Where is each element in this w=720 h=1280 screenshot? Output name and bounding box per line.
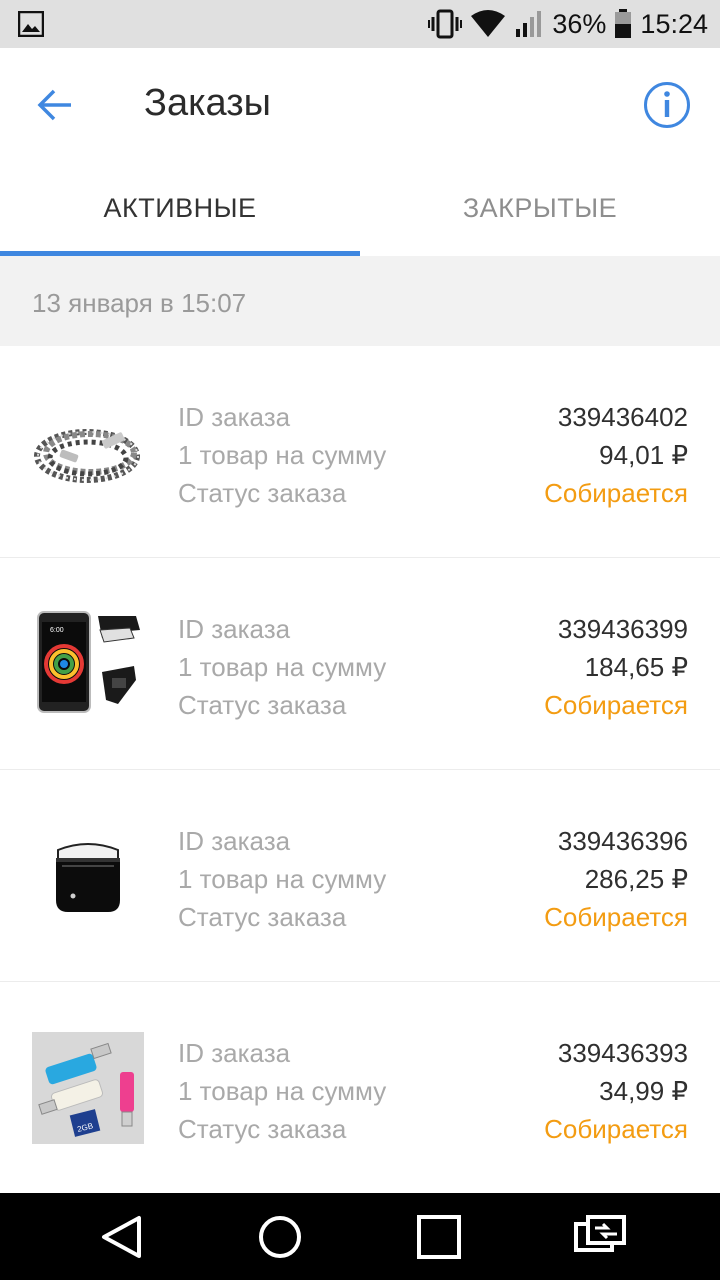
order-sum-value: 94,01 ₽	[599, 440, 688, 470]
order-sum-value: 286,25 ₽	[584, 864, 688, 894]
battery-icon	[615, 9, 632, 38]
order-id-label: ID заказа	[178, 402, 291, 432]
page-title: Заказы	[144, 82, 271, 124]
order-status-value: Собирается	[544, 690, 688, 720]
vibrate-icon	[428, 9, 463, 39]
order-status-value: Собирается	[544, 478, 688, 508]
recents-square-icon[interactable]	[416, 1214, 462, 1260]
tab-active[interactable]: АКТИВНЫЕ	[0, 160, 360, 256]
order-id-label: ID заказа	[178, 1038, 291, 1068]
order-sum-value: 34,99 ₽	[599, 1076, 688, 1106]
back-button[interactable]	[28, 78, 82, 132]
back-triangle-icon[interactable]	[99, 1214, 145, 1260]
order-status-label: Статус заказа	[178, 690, 347, 720]
svg-text:6:00: 6:00	[50, 627, 64, 634]
order-row[interactable]: 6:00 ID заказа 1 товар на сумму Статус з…	[0, 558, 720, 770]
info-icon[interactable]	[642, 80, 692, 130]
signal-icon	[516, 11, 542, 37]
phone-holster-image: 6:00	[32, 608, 144, 720]
order-status-value: Собирается	[544, 902, 688, 932]
wifi-icon	[471, 10, 506, 37]
date-group-header: 13 января в 15:07	[0, 256, 720, 346]
system-nav-bar	[0, 1193, 720, 1280]
order-id-label: ID заказа	[178, 614, 291, 644]
date-group-label: 13 января в 15:07	[32, 288, 247, 318]
app-bar: Заказы	[0, 48, 720, 160]
status-bar: 36% 15:24	[0, 0, 720, 48]
order-id-label: ID заказа	[178, 826, 291, 856]
order-status-label: Статус заказа	[178, 902, 347, 932]
tab-active-label: АКТИВНЫЕ	[103, 192, 257, 223]
order-status-label: Статус заказа	[178, 1114, 347, 1144]
order-tabs: АКТИВНЫЕ ЗАКРЫТЫЕ	[0, 160, 720, 256]
order-id-value: 339436393	[557, 1038, 688, 1068]
card-reader-image: 2GB	[32, 1032, 144, 1144]
order-sum-value: 184,65 ₽	[584, 652, 688, 682]
clock: 15:24	[640, 8, 708, 39]
switch-apps-icon[interactable]	[573, 1214, 627, 1260]
order-id-value: 339436399	[557, 614, 688, 644]
order-row[interactable]: ID заказа 1 товар на сумму Статус заказа…	[0, 346, 720, 558]
usb-cable-image	[32, 396, 144, 508]
order-row[interactable]: ID заказа 1 товар на сумму Статус заказа…	[0, 770, 720, 982]
order-sum-label: 1 товар на сумму	[178, 652, 387, 682]
order-id-value: 339436402	[557, 402, 688, 432]
order-row[interactable]: 2GB ID заказа 1 товар на сумму Статус за…	[0, 982, 720, 1194]
image-icon	[18, 11, 44, 37]
order-status-value: Собирается	[544, 1114, 688, 1144]
home-circle-icon[interactable]	[257, 1214, 303, 1260]
order-sum-label: 1 товар на сумму	[178, 1076, 387, 1106]
order-sum-label: 1 товар на сумму	[178, 440, 387, 470]
order-status-label: Статус заказа	[178, 478, 347, 508]
earbuds-case-image	[32, 820, 144, 932]
arrow-left-icon	[37, 89, 71, 121]
tab-closed-label: ЗАКРЫТЫЕ	[462, 192, 618, 223]
order-sum-label: 1 товар на сумму	[178, 864, 387, 894]
tab-closed[interactable]: ЗАКРЫТЫЕ	[360, 160, 720, 256]
battery-percent: 36%	[552, 8, 607, 39]
order-id-value: 339436396	[557, 826, 688, 856]
